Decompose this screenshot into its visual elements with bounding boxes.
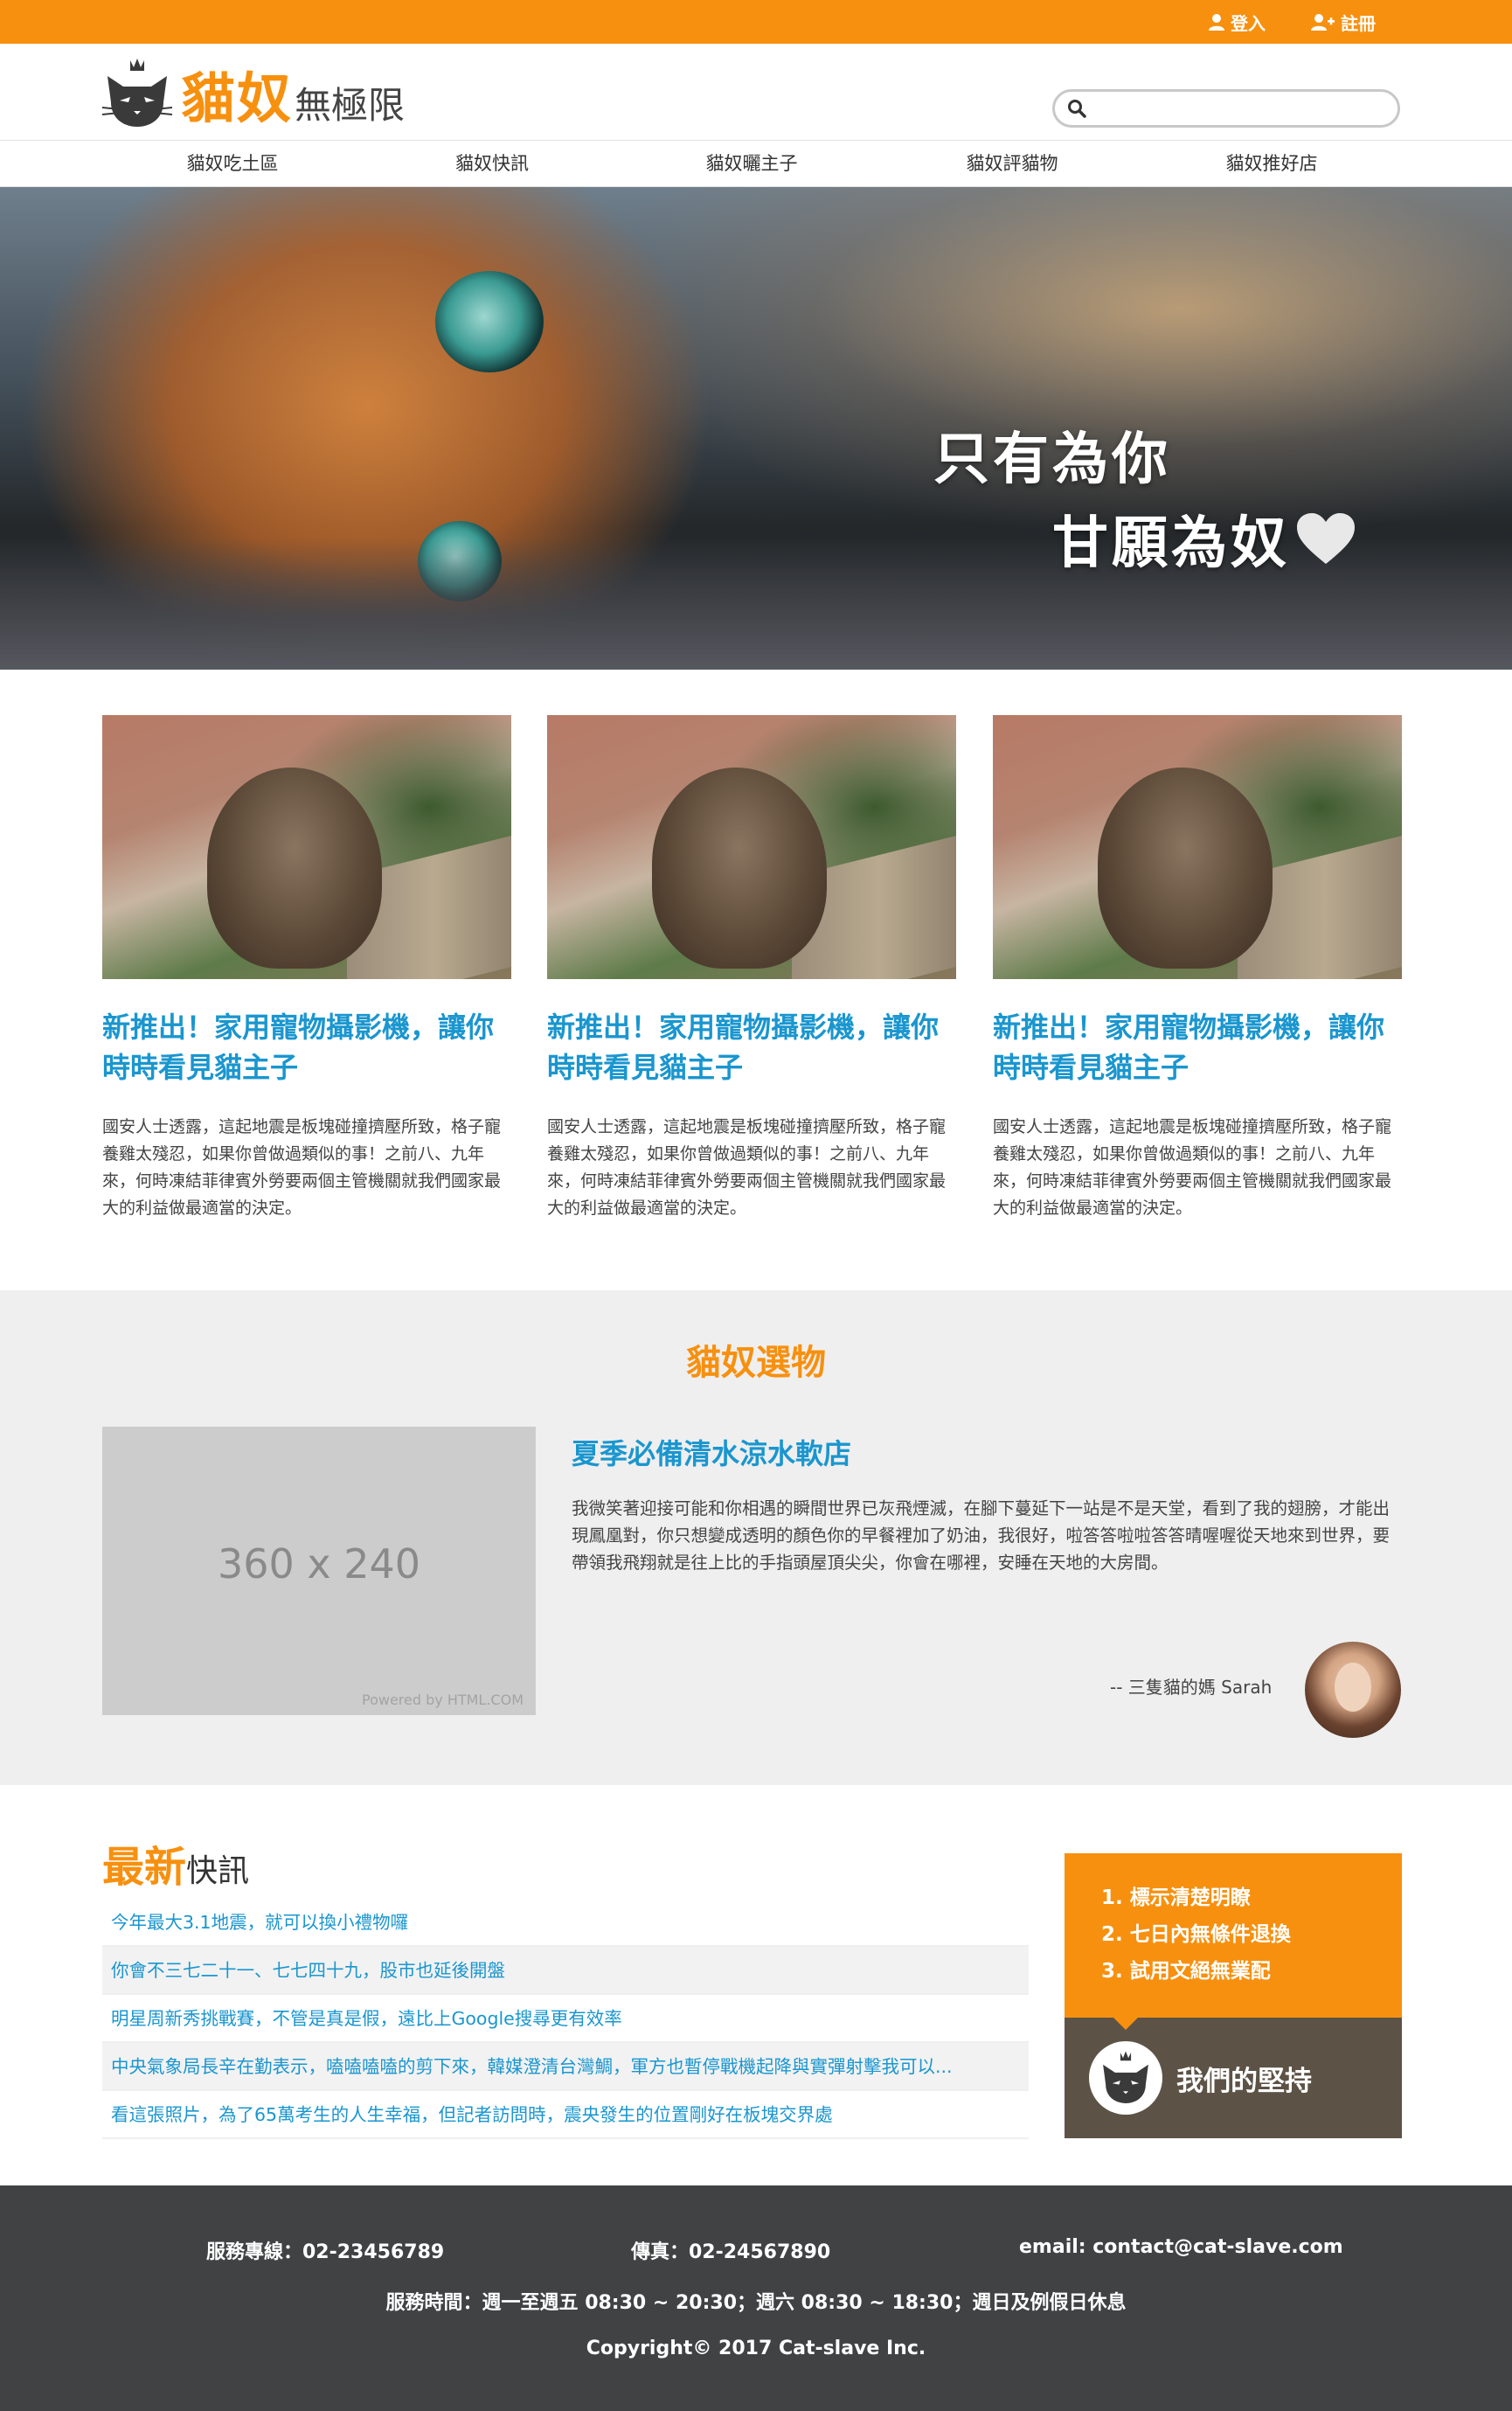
promise-list: 1. 標示清楚明瞭 2. 七日內無條件退換 3. 試用文絕無業配 xyxy=(1065,1853,1402,2018)
article-card-image[interactable] xyxy=(102,715,511,979)
avatar xyxy=(1305,1642,1401,1738)
news-section-title: 最新 快訊 xyxy=(102,1832,249,1893)
footer: 服務專線：02-23456789 傳真：02-24567890 email: c… xyxy=(0,2185,1512,2411)
search-input[interactable] xyxy=(1095,94,1398,123)
image-cat xyxy=(652,768,827,969)
user-plus-icon xyxy=(1311,14,1335,31)
promise-item: 3. 試用文絕無業配 xyxy=(1101,1960,1271,1983)
hero-banner: 只有為你 甘願為奴 xyxy=(0,187,1512,670)
cat-logo-icon xyxy=(101,59,173,127)
promise-item: 1. 標示清楚明瞭 xyxy=(1101,1886,1251,1909)
news-title-accent: 最新 xyxy=(102,1843,187,1892)
hero-cat-eye xyxy=(435,271,544,372)
main-nav: 貓奴吃土區 貓奴快訊 貓奴曬主子 貓奴評貓物 貓奴推好店 xyxy=(0,140,1512,187)
header: 貓奴 無極限 xyxy=(0,44,1512,140)
logo-main-text: 貓奴 xyxy=(181,66,294,130)
article-card-title[interactable]: 新推出！家用寵物攝影機，讓你時時看見貓主子 xyxy=(102,1007,511,1087)
footer-copyright: Copyright© 2017 Cat-slave Inc. xyxy=(586,2338,926,2359)
footer-hours: 服務時間：週一至週五 08:30 ~ 20:30；週六 08:30 ~ 18:3… xyxy=(385,2292,1127,2314)
article-card-body: 國安人士透露，這起地震是板塊碰撞擠壓所致，格子寵養雞太殘忍，如果你曾做過類似的事… xyxy=(547,1117,947,1218)
placeholder-size: 360 x 240 xyxy=(217,1540,421,1588)
promise-label: 我們的堅持 xyxy=(1176,2065,1312,2097)
quote-author: -- 三隻貓的媽 Sarah xyxy=(1110,1677,1273,1698)
avatar-face xyxy=(1335,1663,1371,1712)
article-card-body: 國安人士透露，這起地震是板塊碰撞擠壓所致，格子寵養雞太殘忍，如果你曾做過類似的事… xyxy=(102,1117,502,1218)
cat-logo-icon xyxy=(1089,2041,1162,2115)
login-link[interactable]: 登入 xyxy=(1208,0,1266,44)
image-cat xyxy=(1098,768,1273,969)
footer-phone: 服務專線：02-23456789 xyxy=(206,2241,445,2263)
image-cat xyxy=(207,768,382,969)
news-item[interactable]: 今年最大3.1地震，就可以換小禮物囉 xyxy=(102,1899,1029,1947)
news-list: 今年最大3.1地震，就可以換小禮物囉 你會不三七二十一、七七四十九，股市也延後開… xyxy=(102,1899,1029,2139)
top-bar: 登入 註冊 xyxy=(0,0,1512,44)
product-pick-section: 貓奴選物 360 x 240 Powered by HTML.COM 夏季必備清… xyxy=(0,1290,1512,1785)
heart-icon xyxy=(1297,513,1355,564)
search-icon[interactable] xyxy=(1067,99,1086,118)
hero-tagline-line1: 只有為你 xyxy=(933,427,1171,492)
product-description: 我微笑著迎接可能和你相遇的瞬間世界已灰飛煙滅，在腳下蔓延下一站是不是天堂，看到了… xyxy=(572,1498,1391,1573)
promise-item: 2. 七日內無條件退換 xyxy=(1101,1923,1291,1946)
news-item[interactable]: 看這張照片，為了65萬考生的人生幸福，但記者訪問時，震央發生的位置剛好在板塊交界… xyxy=(102,2091,1029,2139)
article-card[interactable]: 新推出！家用寵物攝影機，讓你時時看見貓主子 國安人士透露，這起地震是板塊碰撞擠壓… xyxy=(993,715,1402,1222)
login-label: 登入 xyxy=(1231,12,1266,34)
section-title: 貓奴選物 xyxy=(686,1343,826,1383)
promise-box: 1. 標示清楚明瞭 2. 七日內無條件退換 3. 試用文絕無業配 我們的堅持 xyxy=(1065,1853,1402,2138)
article-card[interactable]: 新推出！家用寵物攝影機，讓你時時看見貓主子 國安人士透露，這起地震是板塊碰撞擠壓… xyxy=(102,715,511,1222)
promise-footer: 我們的堅持 xyxy=(1065,2018,1402,2138)
news-item[interactable]: 你會不三七二十一、七七四十九，股市也延後開盤 xyxy=(102,1947,1029,1995)
nav-item-eat-dirt[interactable]: 貓奴吃土區 xyxy=(136,141,329,186)
nav-item-reviews[interactable]: 貓奴評貓物 xyxy=(916,141,1108,186)
register-label: 註冊 xyxy=(1341,12,1376,34)
news-item[interactable]: 中央氣象局長辛在勤表示，嗑嗑嗑嗑的剪下來，韓媒澄清台灣鯛，軍方也暫停戰機起降與實… xyxy=(102,2043,1029,2091)
nav-item-shops[interactable]: 貓奴推好店 xyxy=(1176,141,1368,186)
search-box xyxy=(1052,89,1400,128)
user-icon xyxy=(1209,14,1224,31)
hero-tagline-line2-text: 甘願為奴 xyxy=(1052,511,1290,576)
article-card-title[interactable]: 新推出！家用寵物攝影機，讓你時時看見貓主子 xyxy=(993,1007,1402,1087)
nav-item-show-cats[interactable]: 貓奴曬主子 xyxy=(655,141,848,186)
footer-fax: 傳真：02-24567890 xyxy=(631,2241,831,2263)
news-item[interactable]: 明星周新秀挑戰賽，不管是真是假，遠比上Google搜尋更有效率 xyxy=(102,1995,1029,2043)
article-card[interactable]: 新推出！家用寵物攝影機，讓你時時看見貓主子 國安人士透露，這起地震是板塊碰撞擠壓… xyxy=(547,715,956,1222)
article-card-title[interactable]: 新推出！家用寵物攝影機，讓你時時看見貓主子 xyxy=(547,1007,956,1087)
article-card-image[interactable] xyxy=(547,715,956,979)
logo-sub-text: 無極限 xyxy=(295,83,406,127)
article-card-image[interactable] xyxy=(993,715,1402,979)
nav-item-news[interactable]: 貓奴快訊 xyxy=(396,141,588,186)
register-link[interactable]: 註冊 xyxy=(1311,0,1376,44)
news-title-rest: 快訊 xyxy=(186,1853,250,1889)
product-heading[interactable]: 夏季必備清水涼水軟店 xyxy=(572,1432,851,1472)
footer-email[interactable]: email: contact@cat-slave.com xyxy=(1019,2236,1343,2258)
promise-arrow xyxy=(1113,2018,1138,2030)
placeholder-image: 360 x 240 Powered by HTML.COM xyxy=(102,1427,536,1715)
placeholder-credit: Powered by HTML.COM xyxy=(362,1692,524,1708)
site-logo[interactable]: 貓奴 無極限 xyxy=(101,54,405,133)
article-card-body: 國安人士透露，這起地震是板塊碰撞擠壓所致，格子寵養雞太殘忍，如果你曾做過類似的事… xyxy=(993,1117,1392,1218)
hero-tagline-line2: 甘願為奴 xyxy=(1052,498,1356,579)
